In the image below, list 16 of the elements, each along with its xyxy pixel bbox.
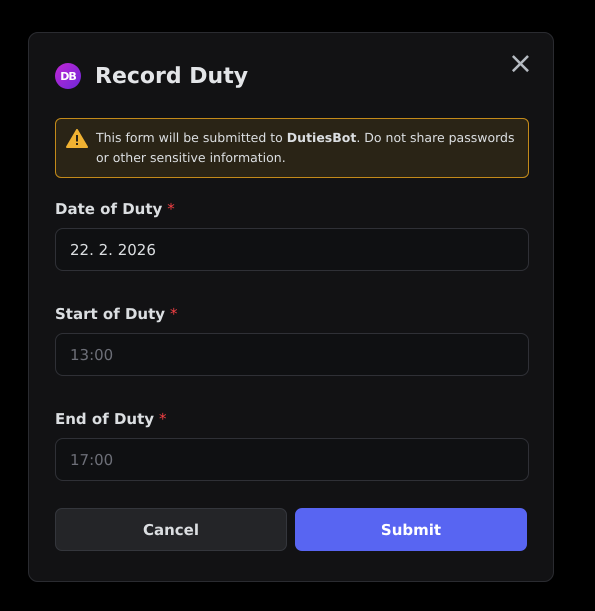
- cancel-button[interactable]: Cancel: [55, 508, 287, 551]
- field-label: Date of Duty: [55, 200, 162, 218]
- required-mark: *: [167, 200, 175, 218]
- required-mark: *: [159, 410, 167, 428]
- submit-button[interactable]: Submit: [295, 508, 527, 551]
- input-field[interactable]: 22. 2. 2026: [55, 228, 529, 271]
- warning-icon: [66, 129, 88, 148]
- field-label: End of Duty: [55, 410, 154, 428]
- warning-text: This form will be submitted to DutiesBot. Do not share passwords or other sensitive information.: [96, 129, 516, 167]
- input-field[interactable]: 13:00: [55, 333, 529, 376]
- app-logo: DB: [55, 63, 81, 89]
- dialog-title: Record Duty: [95, 64, 248, 88]
- required-mark: *: [170, 305, 178, 323]
- field-label: Start of Duty: [55, 305, 166, 323]
- close-button[interactable]: ×: [508, 49, 533, 79]
- input-field[interactable]: 17:00: [55, 438, 529, 481]
